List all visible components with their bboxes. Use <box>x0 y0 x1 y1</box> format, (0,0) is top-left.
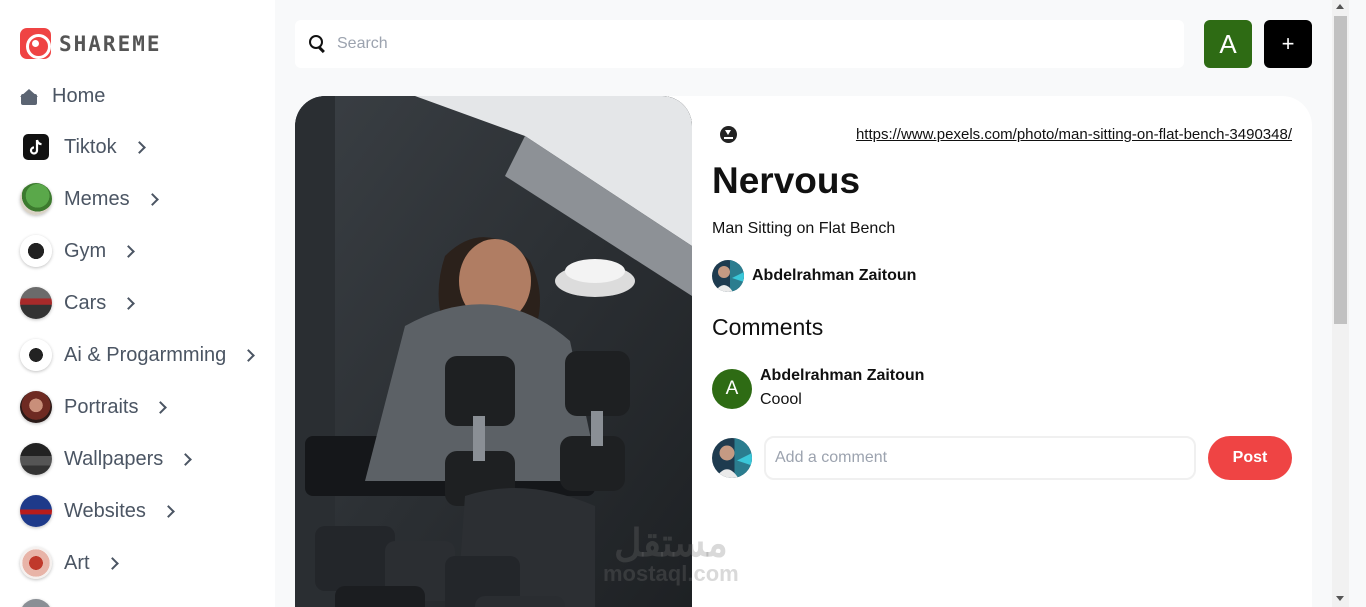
create-pin-button[interactable]: + <box>1264 20 1312 68</box>
art-thumbnail-icon <box>20 547 52 579</box>
comment-author: Abdelrahman Zaitoun <box>760 367 925 384</box>
sidebar-item-label: Ai & Progarmming <box>64 343 227 366</box>
chevron-right-icon <box>132 140 146 154</box>
logo-text: SHAREME <box>59 31 162 56</box>
gym-thumbnail-icon <box>20 235 52 267</box>
sidebar-item-label: Art <box>64 551 90 574</box>
download-icon[interactable] <box>720 126 737 143</box>
pin-author[interactable]: Abdelrahman Zaitoun <box>712 260 916 292</box>
chevron-right-icon <box>242 348 256 362</box>
pepe-thumbnail-icon <box>20 183 52 215</box>
sidebar-item-label: Memes <box>64 187 130 210</box>
sidebar-item-label: Wallpapers <box>64 447 164 470</box>
pin-title: Nervous <box>712 160 861 201</box>
sidebar-item-label: Home <box>52 85 106 107</box>
shareme-logo[interactable]: SHAREME <box>20 28 162 59</box>
user-avatar-button[interactable]: A <box>1204 20 1252 68</box>
pin-detail-card: https://www.pexels.com/photo/man-sitting… <box>295 96 1312 607</box>
sidebar-item-gym[interactable]: Gym <box>20 235 136 267</box>
sidebar-item-ai-programming[interactable]: Ai & Progarmming <box>20 339 256 371</box>
sidebar-item-label: Gym <box>64 239 107 262</box>
sidebar-item-cars[interactable]: Cars <box>20 287 136 319</box>
sidebar-item-portraits[interactable]: Portraits <box>20 391 168 423</box>
comment-item: A Abdelrahman Zaitoun Coool <box>712 366 924 409</box>
sidebar-item-label: Websites <box>64 499 146 522</box>
chevron-right-icon <box>154 400 168 414</box>
avatar[interactable]: A <box>712 369 752 409</box>
sidebar-item-wallpapers[interactable]: Wallpapers <box>20 443 193 475</box>
chevron-right-icon <box>179 452 193 466</box>
wallpaper-thumbnail-icon <box>20 443 52 475</box>
ai-thumbnail-icon <box>20 339 52 371</box>
comment-input[interactable] <box>764 436 1196 480</box>
website-thumbnail-icon <box>20 495 52 527</box>
vertical-scrollbar[interactable] <box>1332 0 1349 607</box>
portrait-thumbnail-icon <box>20 391 52 423</box>
pin-details: https://www.pexels.com/photo/man-sitting… <box>712 96 1292 607</box>
search-icon <box>309 35 327 53</box>
tiktok-icon <box>20 131 52 163</box>
home-icon <box>20 88 38 105</box>
watermark-arabic: مستقل <box>613 523 728 565</box>
sidebar-item-label: Cars <box>64 291 107 314</box>
search-input[interactable] <box>337 35 1137 53</box>
chevron-right-icon <box>145 192 159 206</box>
scroll-thumb[interactable] <box>1334 16 1347 324</box>
author-name: Abdelrahman Zaitoun <box>752 267 917 284</box>
sidebar-item-label: Portraits <box>64 395 139 418</box>
car-thumbnail-icon <box>20 287 52 319</box>
sidebar-item-home[interactable]: Home <box>20 85 105 108</box>
chevron-right-icon <box>122 244 136 258</box>
sidebar-item-art[interactable]: Art <box>20 547 119 579</box>
scroll-up-arrow-icon[interactable] <box>1336 4 1344 9</box>
comment-text: Coool <box>760 391 802 408</box>
chevron-right-icon <box>122 296 136 310</box>
sidebar-item-more[interactable] <box>20 599 52 607</box>
camera-logo-icon <box>20 28 51 59</box>
search-bar[interactable] <box>295 20 1184 68</box>
category-thumbnail-icon <box>20 599 52 607</box>
post-button[interactable]: Post <box>1208 436 1292 480</box>
comments-heading: Comments <box>712 314 824 340</box>
watermark-latin: mostaql.com <box>603 561 739 586</box>
sidebar-item-memes[interactable]: Memes <box>20 183 159 215</box>
chevron-right-icon <box>105 556 119 570</box>
source-link[interactable]: https://www.pexels.com/photo/man-sitting… <box>856 126 1292 143</box>
scroll-down-arrow-icon[interactable] <box>1336 596 1344 601</box>
pin-description: Man Sitting on Flat Bench <box>712 220 896 237</box>
sidebar-item-websites[interactable]: Websites <box>20 495 175 527</box>
watermark: مستقل mostaql.com <box>603 525 739 585</box>
sidebar-item-tiktok[interactable]: Tiktok <box>20 131 146 163</box>
chevron-right-icon <box>162 504 175 518</box>
current-user-avatar[interactable] <box>712 438 752 478</box>
sidebar: SHAREME Home Tiktok Memes Gym Cars Ai & … <box>0 0 275 607</box>
sidebar-item-label: Tiktok <box>64 135 117 158</box>
add-comment-row: Post <box>712 436 1292 480</box>
author-avatar <box>712 260 744 292</box>
